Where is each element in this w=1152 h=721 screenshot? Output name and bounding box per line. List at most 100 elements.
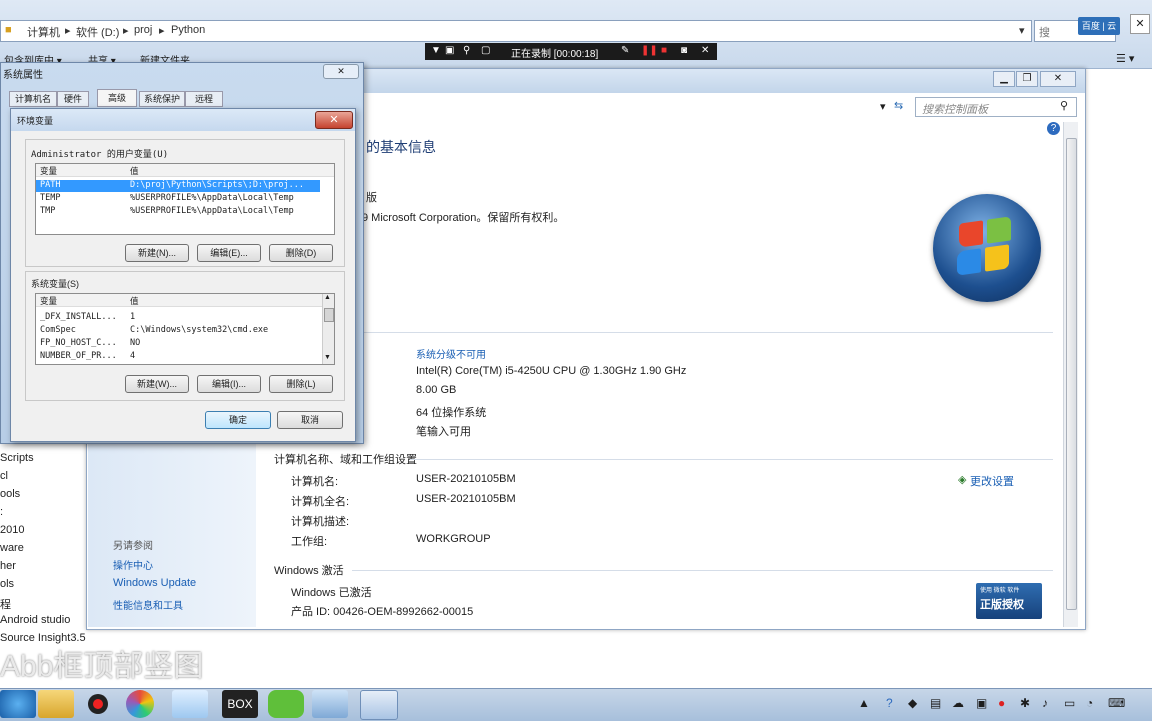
nav-item[interactable]: Android studio <box>0 614 70 626</box>
column-header-name[interactable]: 变量 <box>40 295 57 307</box>
refresh-icon[interactable]: ⇆ <box>894 99 903 112</box>
ie-icon[interactable] <box>0 690 36 718</box>
search-icon[interactable]: ⚲ <box>1060 99 1068 112</box>
edit-user-var-button[interactable]: 编辑(E)... <box>197 244 261 262</box>
performance-tools-link[interactable]: 性能信息和工具 <box>113 597 183 612</box>
close-button[interactable]: ✕ <box>1040 71 1076 87</box>
column-header-value[interactable]: 值 <box>130 295 139 307</box>
tab-system-protection[interactable]: 系统保护 <box>139 91 185 107</box>
baidu-cloud-tray-button[interactable]: 百度 | 云 <box>1078 17 1120 35</box>
window-icon[interactable]: ▣ <box>445 45 454 56</box>
user-vars-list[interactable]: 变量 值 PATH D:\proj\Python\Scripts\;D:\pro… <box>35 163 335 235</box>
system-properties-icon[interactable] <box>360 690 398 720</box>
new-system-var-button[interactable]: 新建(W)... <box>125 375 189 393</box>
zoom-icon[interactable]: ⚲ <box>463 45 470 56</box>
help-tray-icon[interactable]: ? <box>886 696 893 710</box>
shield-tray-icon[interactable]: ◆ <box>908 696 917 710</box>
keyboard-tray-icon[interactable]: ⌨ <box>1108 696 1125 710</box>
rating-link[interactable]: 系统分级不可用 <box>416 346 486 361</box>
close-button[interactable]: ✕ <box>323 64 359 79</box>
tab-remote[interactable]: 远程 <box>185 91 223 107</box>
table-row[interactable]: _DFX_INSTALL... 1 <box>36 312 320 324</box>
column-header-name[interactable]: 变量 <box>40 165 57 177</box>
nav-item[interactable]: her <box>0 560 16 572</box>
region-icon[interactable]: ▢ <box>481 45 490 56</box>
network-tray-icon[interactable]: ▤ <box>930 696 941 710</box>
genuine-badge[interactable]: 使用 微软 软件 正版授权 <box>976 583 1042 619</box>
ok-button[interactable]: 确定 <box>205 411 271 429</box>
scrollbar[interactable] <box>1063 122 1078 627</box>
nav-item[interactable]: ware <box>0 542 24 554</box>
table-row[interactable]: NUMBER_OF_PR... 4 <box>36 351 320 363</box>
close-icon[interactable]: ✕ <box>701 45 709 56</box>
table-row[interactable]: ComSpec C:\Windows\system32\cmd.exe <box>36 325 320 337</box>
breadcrumb-drive[interactable]: 软件 (D:) <box>76 24 119 40</box>
nav-item[interactable]: 2010 <box>0 524 24 536</box>
wechat-icon[interactable] <box>268 690 304 718</box>
change-settings-link[interactable]: 更改设置 <box>970 473 1014 489</box>
breadcrumb-python[interactable]: Python <box>171 24 205 36</box>
environment-variables-dialog: 环境变量 ✕ Administrator 的用户变量(U) 变量 值 PATH … <box>10 108 356 442</box>
scrollbar-thumb[interactable] <box>324 308 334 322</box>
battery-tray-icon[interactable]: ▭ <box>1064 696 1075 710</box>
menu-icon[interactable]: ▼ <box>431 45 441 56</box>
nav-item[interactable]: Scripts <box>0 452 34 464</box>
wifi-tray-icon[interactable]: ◔ <box>1086 696 1093 710</box>
var-value: C:\Windows\system32\cmd.exe <box>130 325 269 335</box>
table-row[interactable]: TEMP %USERPROFILE%\AppData\Local\Temp <box>36 193 320 205</box>
column-header-value[interactable]: 值 <box>130 165 139 177</box>
dialog-title: 系统属性 <box>3 70 43 81</box>
nav-item[interactable]: ools <box>0 488 20 500</box>
table-row[interactable]: PATH D:\proj\Python\Scripts\;D:\proj... <box>36 180 320 192</box>
box-tray-icon[interactable]: ▣ <box>976 696 987 710</box>
recorder-icon[interactable] <box>82 690 118 718</box>
table-row[interactable]: FP_NO_HOST_C... NO <box>36 338 320 350</box>
maximize-button[interactable]: ❐ <box>1016 71 1038 87</box>
box-icon[interactable]: BOX <box>222 690 258 718</box>
tab-advanced[interactable]: 高级 <box>97 89 137 107</box>
action-center-link[interactable]: 操作中心 <box>113 557 153 572</box>
tray-icon[interactable]: ▲ <box>858 696 870 710</box>
scrollbar[interactable]: ▲ ▼ <box>322 294 334 364</box>
close-button[interactable]: ✕ <box>315 111 353 129</box>
folder-icon[interactable] <box>38 690 74 718</box>
camera-icon[interactable]: ◙ <box>681 45 687 56</box>
close-icon[interactable]: ✕ <box>1130 14 1150 34</box>
cancel-button[interactable]: 取消 <box>277 411 343 429</box>
scrollbar-thumb[interactable] <box>1066 138 1077 610</box>
new-user-var-button[interactable]: 新建(N)... <box>125 244 189 262</box>
breadcrumb-proj[interactable]: proj <box>134 24 152 36</box>
nav-item[interactable]: : <box>0 506 3 518</box>
address-bar[interactable]: ■ 计算机 ▸ 软件 (D:) ▸ proj ▸ Python ▾ <box>0 20 1032 42</box>
system-vars-list[interactable]: 变量 值 _DFX_INSTALL... 1 ComSpec C:\Window… <box>35 293 335 365</box>
windows-update-link[interactable]: Windows Update <box>113 577 196 589</box>
breadcrumb-computer[interactable]: 计算机 <box>27 24 60 40</box>
delete-system-var-button[interactable]: 删除(L) <box>269 375 333 393</box>
view-options-icon[interactable]: ☰ ▾ <box>1116 52 1134 65</box>
baidu-cloud-icon[interactable] <box>172 690 208 718</box>
pause-icon[interactable]: ❚❚ <box>641 45 658 56</box>
pen-icon[interactable]: ✎ <box>621 45 629 56</box>
nav-item[interactable]: ols <box>0 578 14 590</box>
bluetooth-tray-icon[interactable]: ✱ <box>1020 696 1030 710</box>
chevron-down-icon[interactable]: ▾ <box>1019 24 1025 37</box>
nav-item[interactable]: cl <box>0 470 8 482</box>
table-row[interactable]: TMP %USERPROFILE%\AppData\Local\Temp <box>36 206 320 218</box>
delete-user-var-button[interactable]: 删除(D) <box>269 244 333 262</box>
tab-hardware[interactable]: 硬件 <box>57 91 89 107</box>
record-tray-icon[interactable]: ● <box>998 696 1005 710</box>
control-panel-icon[interactable] <box>312 690 348 718</box>
control-panel-search[interactable]: 搜索控制面板 ⚲ <box>915 97 1077 117</box>
nav-item[interactable]: 程 <box>0 596 11 612</box>
stop-icon[interactable]: ■ <box>661 45 667 56</box>
scroll-up-icon[interactable]: ▲ <box>324 294 331 301</box>
edit-system-var-button[interactable]: 编辑(I)... <box>197 375 261 393</box>
volume-tray-icon[interactable]: ♪ <box>1042 696 1048 710</box>
chevron-down-icon[interactable]: ▾ <box>880 100 886 113</box>
tab-computer-name[interactable]: 计算机名 <box>9 91 57 107</box>
help-icon[interactable]: ? <box>1047 122 1060 135</box>
scroll-down-icon[interactable]: ▼ <box>324 354 331 361</box>
cloud-tray-icon[interactable]: ☁ <box>952 696 964 710</box>
minimize-button[interactable]: ▁ <box>993 71 1015 87</box>
photos-icon[interactable] <box>126 690 154 718</box>
